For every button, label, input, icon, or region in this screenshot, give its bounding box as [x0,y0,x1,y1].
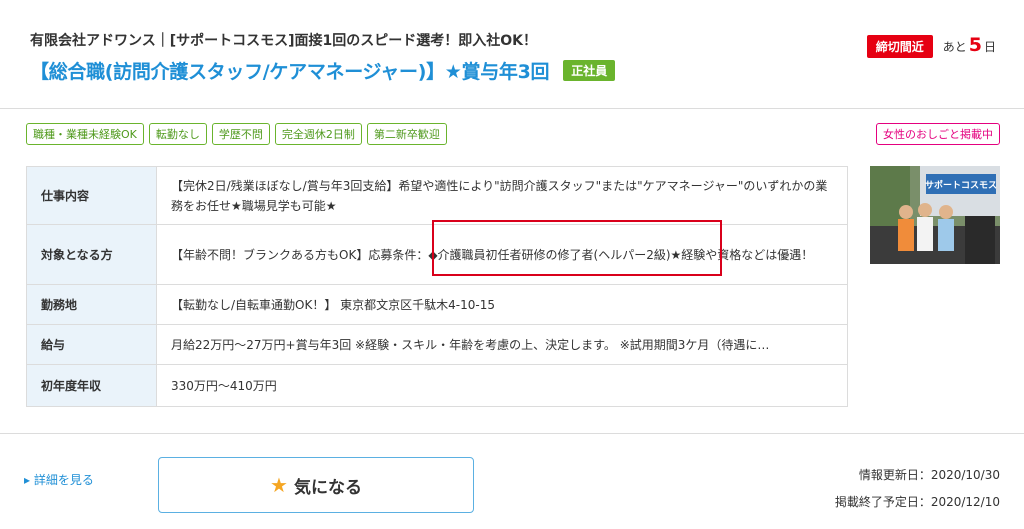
target-label: 対象となる方 [26,224,157,285]
women-feature-tag: 女性のおしごと掲載中 [876,123,1000,145]
table-row: 給与 月給22万円～27万円+賞与年3回 ※経験・スキル・年齢を考慮の上、決定し… [26,324,848,365]
interested-button[interactable]: ★ 気になる [158,457,474,513]
staff-photo-illustration: サポートコスモス [870,166,1000,264]
location-value: 【転勤なし/自転車通勤OK！】 東京都文京区千駄木4-10-15 [156,284,848,325]
salary-label: 給与 [26,324,157,365]
job-title[interactable]: 【総合職(訪問介護スタッフ/ケアマネージャー)】★賞与年3回 [30,57,550,84]
photo-sign-text: サポートコスモス [925,179,997,191]
deadline-info: 締切間近 あと 5 日 [866,34,996,58]
star-icon: ★ [270,473,288,497]
tag: 第二新卒歓迎 [366,123,447,145]
end-label: 掲載終了予定日： [834,495,931,509]
workplace-photo: サポートコスモス [870,166,1000,264]
income-label: 初年度年収 [26,364,157,407]
highlight-annotation-box [432,220,722,276]
table-row: 勤務地 【転勤なし/自転車通勤OK！】 東京都文京区千駄木4-10-15 [26,284,848,325]
interested-button-label: 気になる [293,477,362,498]
updated-label: 情報更新日： [858,468,931,482]
company-name: 有限会社アドワンス｜[サポートコスモス]面接1回のスピード選考！即入社OK！ [30,33,538,49]
feature-tags: 職種・業種未経験OK 転勤なし 学歴不問 完全週休2日制 第二新卒歓迎 [26,123,452,145]
view-details-link[interactable]: ▸ 詳細を見る [24,471,94,488]
salary-value: 月給22万円～27万円+賞与年3回 ※経験・スキル・年齢を考慮の上、決定します。… [171,337,770,352]
end-date-row: 掲載終了予定日：2020/12/10 [835,489,1000,516]
tag: 完全週休2日制 [274,123,362,145]
footer-divider [0,433,1024,434]
job-content-value: 【完休2日/残業ほぼなし/賞与年3回支給】希望や適性により"訪問介護スタッフ"ま… [156,166,848,225]
deadline-days: 5 [968,34,982,56]
employment-type-badge: 正社員 [563,60,616,81]
job-header: 有限会社アドワンス｜[サポートコスモス]面接1回のスピード選考！即入社OK！ 【… [0,0,1024,110]
deadline-prefix: あと [942,40,967,54]
tag: 転勤なし [148,123,207,145]
salary-cell: 月給22万円～27万円+賞与年3回 ※経験・スキル・年齢を考慮の上、決定します。… [156,324,848,365]
job-details-table: 仕事内容 【完休2日/残業ほぼなし/賞与年3回支給】希望や適性により"訪問介護ス… [26,166,848,407]
header-divider [0,108,1024,109]
deadline-suffix: 日 [983,40,996,54]
job-content-label: 仕事内容 [26,166,157,225]
tag: 学歴不問 [211,123,270,145]
table-row: 初年度年収 330万円～410万円 [26,364,848,407]
updated-date: 2020/10/30 [930,468,1000,482]
tag: 職種・業種未経験OK [26,123,144,145]
location-label: 勤務地 [26,284,157,325]
updated-date-row: 情報更新日：2020/10/30 [835,462,1000,489]
title-row: 【総合職(訪問介護スタッフ/ケアマネージャー)】★賞与年3回 正社員 [30,57,616,84]
income-value: 330万円～410万円 [156,364,848,407]
end-date: 2020/12/10 [930,495,1000,509]
deadline-badge: 締切間近 [866,35,933,58]
listing-dates: 情報更新日：2020/10/30 掲載終了予定日：2020/12/10 [835,462,1000,516]
table-row: 仕事内容 【完休2日/残業ほぼなし/賞与年3回支給】希望や適性により"訪問介護ス… [26,166,848,225]
